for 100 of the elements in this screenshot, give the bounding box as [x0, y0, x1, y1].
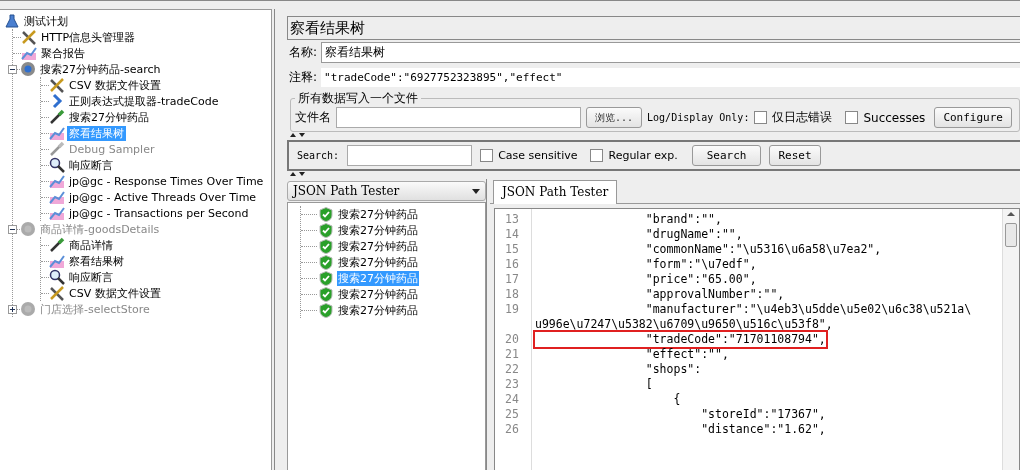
line-number: 17: [505, 272, 519, 286]
code-line: "brand":"",: [644, 212, 722, 227]
flask-icon: [4, 13, 20, 29]
code-line: "effect":"",: [644, 347, 729, 362]
checkbox[interactable]: [480, 149, 494, 162]
code-line: u996e\u7247\u5382\u6709\u9650\u516c\u53f8",: [535, 317, 833, 332]
scroll-up-icon[interactable]: [1005, 209, 1017, 219]
tab[interactable]: JSON Path Tester: [493, 180, 618, 204]
name-field[interactable]: 察看结果树: [321, 42, 1020, 63]
shield-check-icon: [319, 222, 333, 238]
search-field[interactable]: [347, 145, 473, 166]
chart-icon: [21, 45, 37, 61]
shield-check-icon: [319, 302, 333, 318]
tree-item[interactable]: 搜索27分钟药品-search: [38, 61, 163, 77]
tree-item[interactable]: jp@gc - Active Threads Over Time: [67, 189, 259, 205]
code-line: [: [644, 377, 653, 392]
shield-check-icon: [319, 238, 333, 254]
code-line: "manufacturer":"\u4eb3\u5dde\u5e02\u6c38\u521a\: [644, 302, 972, 317]
splitter-arrows-icon: [289, 132, 307, 138]
chart-icon: [49, 173, 65, 189]
magnifier-icon: [49, 269, 65, 285]
configure-button[interactable]: Configure: [934, 107, 1012, 128]
line-number: 26: [505, 422, 519, 436]
splitter-arrows-icon: [289, 171, 307, 177]
result-item[interactable]: 搜索27分钟药品: [337, 286, 419, 302]
shield-check-icon: [319, 254, 333, 270]
checkbox-label: Case sensitive: [498, 149, 578, 162]
tools-icon: [49, 285, 65, 301]
chart-icon: [49, 253, 65, 269]
line-number: 21: [505, 347, 519, 361]
tree-item[interactable]: jp@gc - Transactions per Second: [67, 205, 251, 221]
tree-item[interactable]: HTTP信息头管理器: [39, 29, 138, 45]
result-item[interactable]: 搜索27分钟药品: [337, 238, 419, 254]
comment-field[interactable]: "tradeCode":"6927752323895","effect": [321, 68, 1020, 87]
expand-toggle[interactable]: [8, 64, 17, 74]
file-field[interactable]: [336, 107, 581, 128]
result-item[interactable]: 搜索27分钟药品: [337, 302, 419, 318]
checkbox-label: Regular exp.: [608, 149, 678, 162]
line-number: 20: [505, 332, 519, 346]
gear-icon: [20, 301, 36, 317]
code-line: "tradeCode":"71701108794",: [535, 332, 826, 347]
shield-check-icon: [319, 286, 333, 302]
tools-icon: [21, 29, 37, 45]
file-label: 文件名: [295, 109, 331, 126]
line-number: 19: [505, 302, 519, 316]
search-button[interactable]: Search: [691, 145, 762, 166]
dropper-icon: [49, 141, 65, 157]
name-label: 名称:: [289, 44, 318, 61]
shield-check-icon: [319, 270, 333, 286]
result-item[interactable]: 搜索27分钟药品: [337, 254, 419, 270]
shield-check-icon: [319, 206, 333, 222]
line-number: 22: [505, 362, 519, 376]
dropper-icon: [49, 237, 65, 253]
tree-item[interactable]: CSV 数据文件设置: [67, 77, 163, 93]
line-number: 15: [505, 242, 519, 256]
code-line: "form":"\u7edf",: [644, 257, 757, 272]
scrollbar[interactable]: [1002, 209, 1019, 470]
gear-icon: [20, 221, 36, 237]
line-number: 13: [505, 212, 519, 226]
code-line: "shops":: [644, 362, 702, 377]
line-number: 18: [505, 287, 519, 301]
tree-item[interactable]: 聚合报告: [39, 45, 87, 61]
magnifier-icon: [49, 157, 65, 173]
chart-icon: [49, 189, 65, 205]
gear-icon: [20, 61, 36, 77]
checkbox[interactable]: [845, 111, 859, 124]
renderer-dropdown[interactable]: JSON Path Tester: [287, 181, 486, 201]
code-line: "distance":"1.62",: [700, 422, 826, 437]
checkbox[interactable]: [590, 149, 604, 162]
result-item[interactable]: 搜索27分钟药品: [337, 222, 419, 238]
line-number: 24: [505, 392, 519, 406]
tree-item[interactable]: 测试计划: [22, 13, 70, 29]
line-number: 16: [505, 257, 519, 271]
scroll-thumb[interactable]: [1005, 223, 1017, 247]
tree-item[interactable]: 搜索27分钟药品: [67, 109, 151, 125]
line-number: 14: [505, 227, 519, 241]
checkbox[interactable]: [754, 111, 768, 124]
chart-icon: [49, 205, 65, 221]
renderer-value: JSON Path Tester: [293, 184, 400, 198]
tree-item[interactable]: jp@gc - Response Times Over Time: [67, 173, 266, 189]
log-label: Log/Display Only:: [647, 112, 750, 123]
line-number: 23: [505, 377, 519, 391]
tree-item[interactable]: 正则表达式提取器-tradeCode: [67, 93, 221, 109]
chart-icon: [49, 125, 65, 141]
tools-icon: [49, 77, 65, 93]
code-line: "price":"65.00",: [644, 272, 757, 287]
checkbox-label: Successes: [863, 110, 926, 125]
line-number: 25: [505, 407, 519, 421]
dropper-icon: [49, 109, 65, 125]
panel-title: 察看结果树: [287, 16, 1020, 40]
code-line: "drugName":"",: [644, 227, 743, 242]
code-line: "commonName":"\u5316\u6a58\u7ea2",: [644, 242, 882, 257]
dropdown-arrow-icon: [472, 188, 480, 194]
reset-button[interactable]: Reset: [769, 145, 821, 166]
comment-label: 注释:: [289, 69, 318, 86]
code-line: {: [672, 392, 681, 407]
browse-button[interactable]: 浏览...: [586, 107, 643, 128]
code-line: "approvalNumber":"",: [644, 287, 785, 302]
tree-item[interactable]: 响应断言: [67, 157, 115, 173]
result-item[interactable]: 搜索27分钟药品: [337, 206, 419, 222]
